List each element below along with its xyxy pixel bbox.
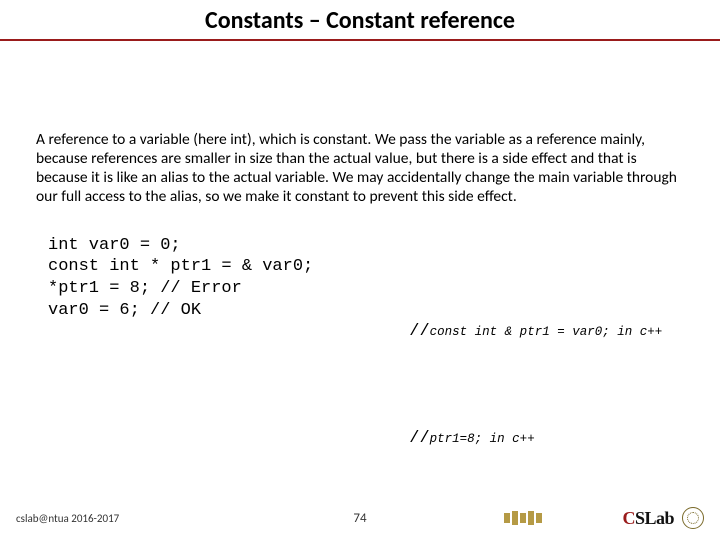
- footer-left-text: cslab@ntua 2016-2017: [16, 512, 119, 525]
- footer: cslab@ntua 2016-2017 74 CSLab: [0, 504, 720, 532]
- content-body: A reference to a variable (here int), wh…: [0, 41, 720, 514]
- page-title: Constants – Constant reference: [0, 6, 720, 35]
- page-number: 74: [353, 511, 366, 526]
- university-seal-icon: [682, 507, 704, 529]
- code-block-left: int var0 = 0; const int * ptr1 = & var0;…: [48, 235, 313, 515]
- title-bar: Constants – Constant reference: [0, 0, 720, 41]
- code-right-line: //const int & ptr1 = var0; in c++: [337, 299, 662, 365]
- comment-prefix: //: [409, 322, 429, 341]
- explanation-paragraph: A reference to a variable (here int), wh…: [36, 131, 684, 207]
- cslab-logo: CSLab: [622, 508, 674, 529]
- code-block-right: //const int & ptr1 = var0; in c++ //ptr1…: [337, 235, 662, 515]
- comment-text: const int & ptr1 = var0; in c++: [430, 325, 663, 339]
- comment-prefix: //: [409, 429, 429, 448]
- cslab-label-tail: SLab: [635, 508, 674, 528]
- comment-text: ptr1=8; in c++: [430, 432, 535, 446]
- footer-right-logos: CSLab: [504, 507, 704, 529]
- ntua-badge-icon: [504, 511, 614, 525]
- code-columns: int var0 = 0; const int * ptr1 = & var0;…: [36, 235, 684, 515]
- code-right-line: //ptr1=8; in c++: [337, 406, 662, 472]
